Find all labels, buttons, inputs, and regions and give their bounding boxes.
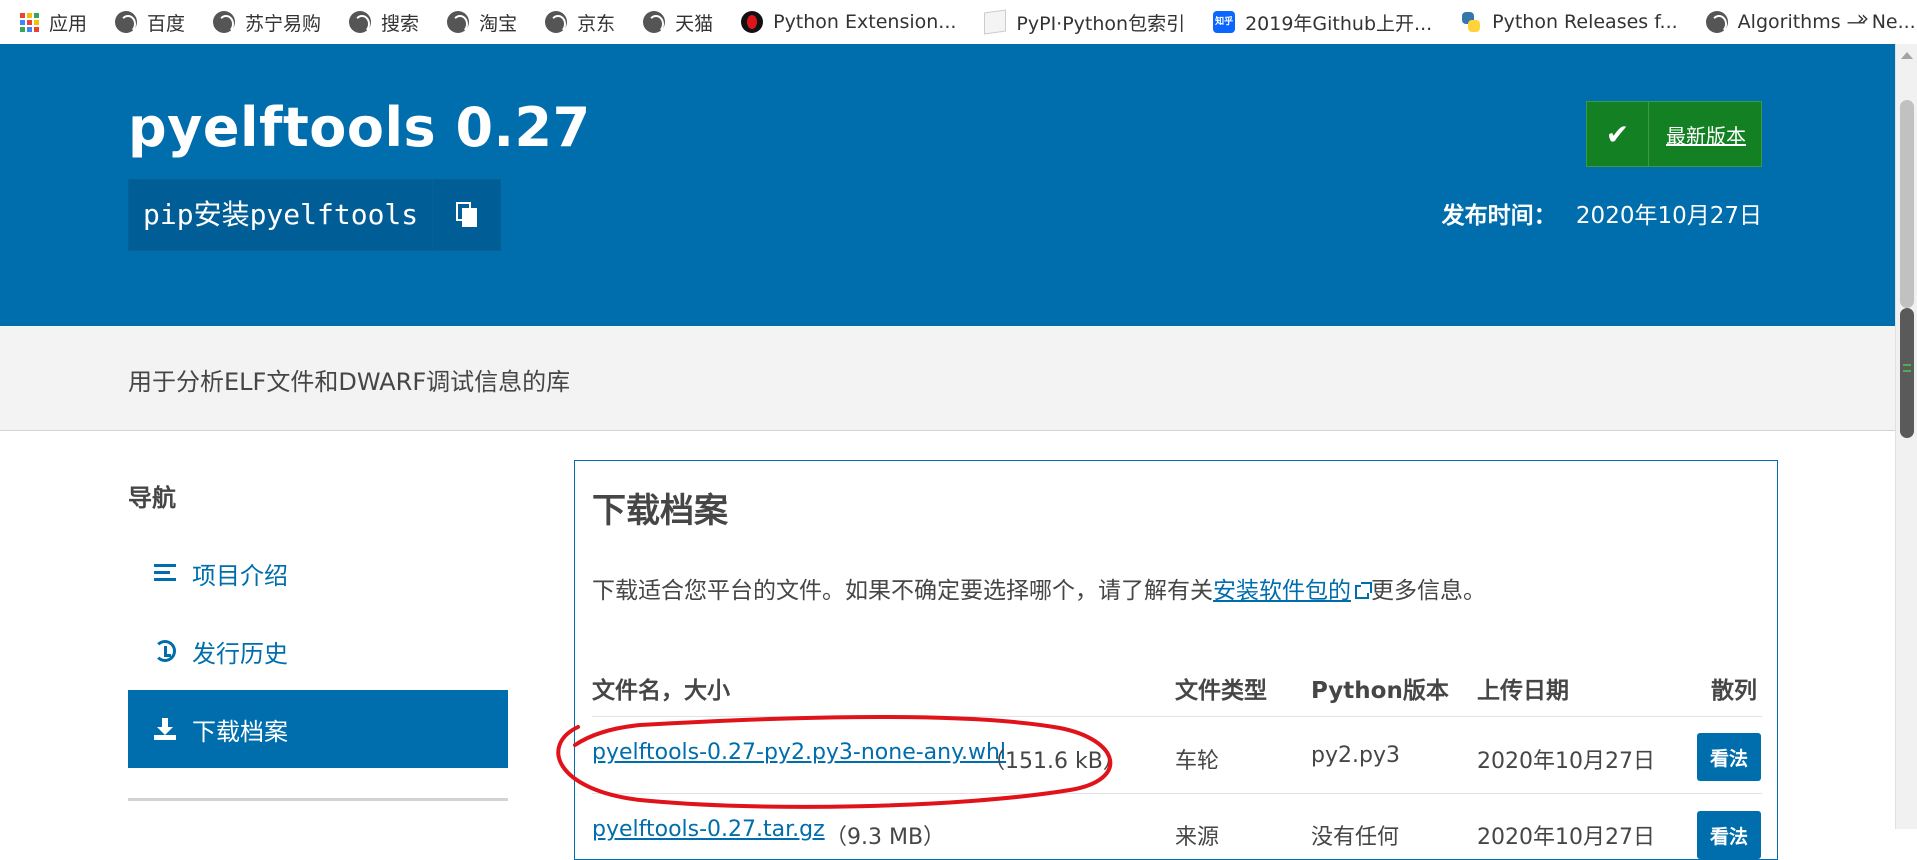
globe-icon (545, 11, 568, 33)
globe-icon (447, 11, 470, 33)
file-link[interactable]: pyelftools-0.27.tar.gz (592, 817, 825, 842)
bookmarks-bar: 应用 百度 苏宁易购 搜索 淘宝 京东 天猫 Python Extension.… (0, 0, 1917, 44)
bookmark-jd[interactable]: 京东 (545, 0, 615, 44)
bookmark-label: Algorithms — Ne... (1737, 11, 1916, 33)
column-header-filetype: 文件类型 (1175, 678, 1267, 704)
view-hashes-button[interactable]: 看法 (1697, 733, 1761, 781)
page-scrollbar[interactable] (1895, 44, 1917, 829)
bookmark-label: 苏宁易购 (245, 12, 322, 35)
nav-title: 导航 (128, 484, 176, 512)
link-text: 安装软件包的 (1213, 578, 1351, 604)
bookmark-python-releases[interactable]: Python Releases f... (1460, 0, 1678, 44)
nav-item-history[interactable]: 发行历史 (128, 612, 508, 690)
bookmark-label: PyPI·Python包索引 (1016, 12, 1186, 35)
checkmark-icon: ✔ (1587, 102, 1649, 166)
release-date: 发布时间： 2020年10月27日 (1442, 196, 1762, 230)
bookmark-baidu[interactable]: 百度 (115, 0, 185, 44)
installing-packages-link[interactable]: 安装软件包的 (1213, 578, 1372, 604)
file-link[interactable]: pyelftools-0.27-py2.py3-none-any.whl (592, 740, 1006, 765)
bookmarks-overflow-button[interactable]: » (1857, 6, 1869, 30)
bookmark-label: Python Extension... (773, 11, 957, 33)
latest-version-label: 最新版本 (1666, 123, 1746, 148)
apps-icon (20, 12, 39, 32)
column-header-python-version: Python版本 (1311, 678, 1449, 704)
column-header-hashes: 散列 (1711, 678, 1757, 704)
bookmark-label: 2019年Github上开... (1245, 12, 1433, 35)
bookmark-label: 淘宝 (479, 12, 518, 35)
globe-icon (1705, 11, 1728, 33)
latest-version-button[interactable]: ✔ 最新版本 (1586, 101, 1762, 167)
bookmark-label: 天猫 (675, 12, 714, 35)
files-title: 下载档案 (592, 491, 728, 531)
package-header: pyelftools 0.27 pip安装pyelftools ✔ 最新版本 发… (0, 44, 1895, 326)
bookmark-label: Python Releases f... (1492, 11, 1678, 33)
release-date-value: 2020年10月27日 (1575, 203, 1762, 229)
file-size: （151.6 kB） (983, 749, 1125, 774)
nav-item-label: 下载档案 (192, 717, 288, 746)
history-icon (154, 640, 176, 662)
release-date-label: 发布时间： (1441, 203, 1557, 229)
bookmark-suning[interactable]: 苏宁易购 (213, 0, 321, 44)
pip-install-box: pip安装pyelftools (128, 179, 502, 251)
row-divider (592, 716, 1762, 717)
upload-date: 2020年10月27日 (1477, 825, 1655, 850)
pypi-icon (984, 9, 1007, 35)
external-link-icon (1355, 582, 1372, 599)
package-title: pyelftools 0.27 (128, 96, 591, 159)
scrollbar-thumb-active[interactable] (1900, 308, 1914, 438)
scroll-up-icon[interactable] (1901, 52, 1913, 59)
intro-text: 下载适合您平台的文件。如果不确定要选择哪个，请了解有关 (592, 578, 1213, 604)
bookmark-taobao[interactable]: 淘宝 (447, 0, 517, 44)
download-files-panel: 下载档案 下载适合您平台的文件。如果不确定要选择哪个，请了解有关安装软件包的 更多… (574, 460, 1778, 860)
copy-button[interactable] (432, 180, 500, 250)
description-text: 用于分析ELF文件和DWARF调试信息的库 (128, 368, 571, 396)
python-version: 没有任何 (1311, 825, 1400, 850)
globe-icon (213, 11, 236, 33)
bookmark-label: 搜索 (381, 12, 420, 35)
bookmark-label: 百度 (147, 12, 186, 35)
download-icon (154, 718, 176, 740)
nav-item-label: 项目介绍 (192, 561, 288, 590)
nav-item-files[interactable]: 下载档案 (128, 690, 508, 768)
copy-icon (455, 202, 478, 228)
nav-item-label: 发行历史 (192, 639, 288, 668)
package-description: 用于分析ELF文件和DWARF调试信息的库 (0, 326, 1895, 431)
file-type: 车轮 (1175, 749, 1220, 774)
bookmark-label: 应用 (49, 12, 88, 35)
list-icon (154, 562, 176, 584)
intro-text-end: 更多信息。 (1371, 578, 1486, 604)
bookmark-tmall[interactable]: 天猫 (643, 0, 713, 44)
nav-item-description[interactable]: 项目介绍 (128, 534, 508, 612)
nav-divider (128, 798, 508, 801)
file-size: （9.3 MB） (825, 825, 946, 850)
column-header-filename: 文件名，大小 (592, 678, 730, 704)
column-header-upload-date: 上传日期 (1477, 678, 1569, 704)
globe-icon (643, 11, 666, 33)
upload-date: 2020年10月27日 (1477, 749, 1655, 774)
files-intro: 下载适合您平台的文件。如果不确定要选择哪个，请了解有关安装软件包的 更多信息。 (592, 571, 1486, 605)
scrollbar-thumb[interactable] (1900, 100, 1914, 308)
bookmark-algorithms[interactable]: Algorithms — Ne... (1705, 0, 1916, 44)
view-hashes-button[interactable]: 看法 (1697, 811, 1761, 859)
file-type: 来源 (1175, 825, 1220, 850)
bookmark-python-extension[interactable]: Python Extension... (741, 0, 956, 44)
globe-icon (115, 11, 138, 33)
bookmark-apps[interactable]: 应用 (20, 0, 87, 44)
pip-command[interactable]: pip安装pyelftools (129, 180, 432, 250)
zhihu-icon: 知乎 (1213, 11, 1236, 33)
bookmark-zhihu[interactable]: 知乎 2019年Github上开... (1213, 0, 1432, 44)
row-divider (592, 793, 1762, 794)
python-extension-icon (741, 11, 764, 33)
bookmark-search[interactable]: 搜索 (349, 0, 419, 44)
python-version: py2.py3 (1311, 743, 1400, 768)
bookmark-label: 京东 (577, 12, 616, 35)
bookmark-pypi[interactable]: PyPI·Python包索引 (984, 0, 1185, 44)
globe-icon (349, 11, 372, 33)
python-icon (1460, 11, 1482, 33)
